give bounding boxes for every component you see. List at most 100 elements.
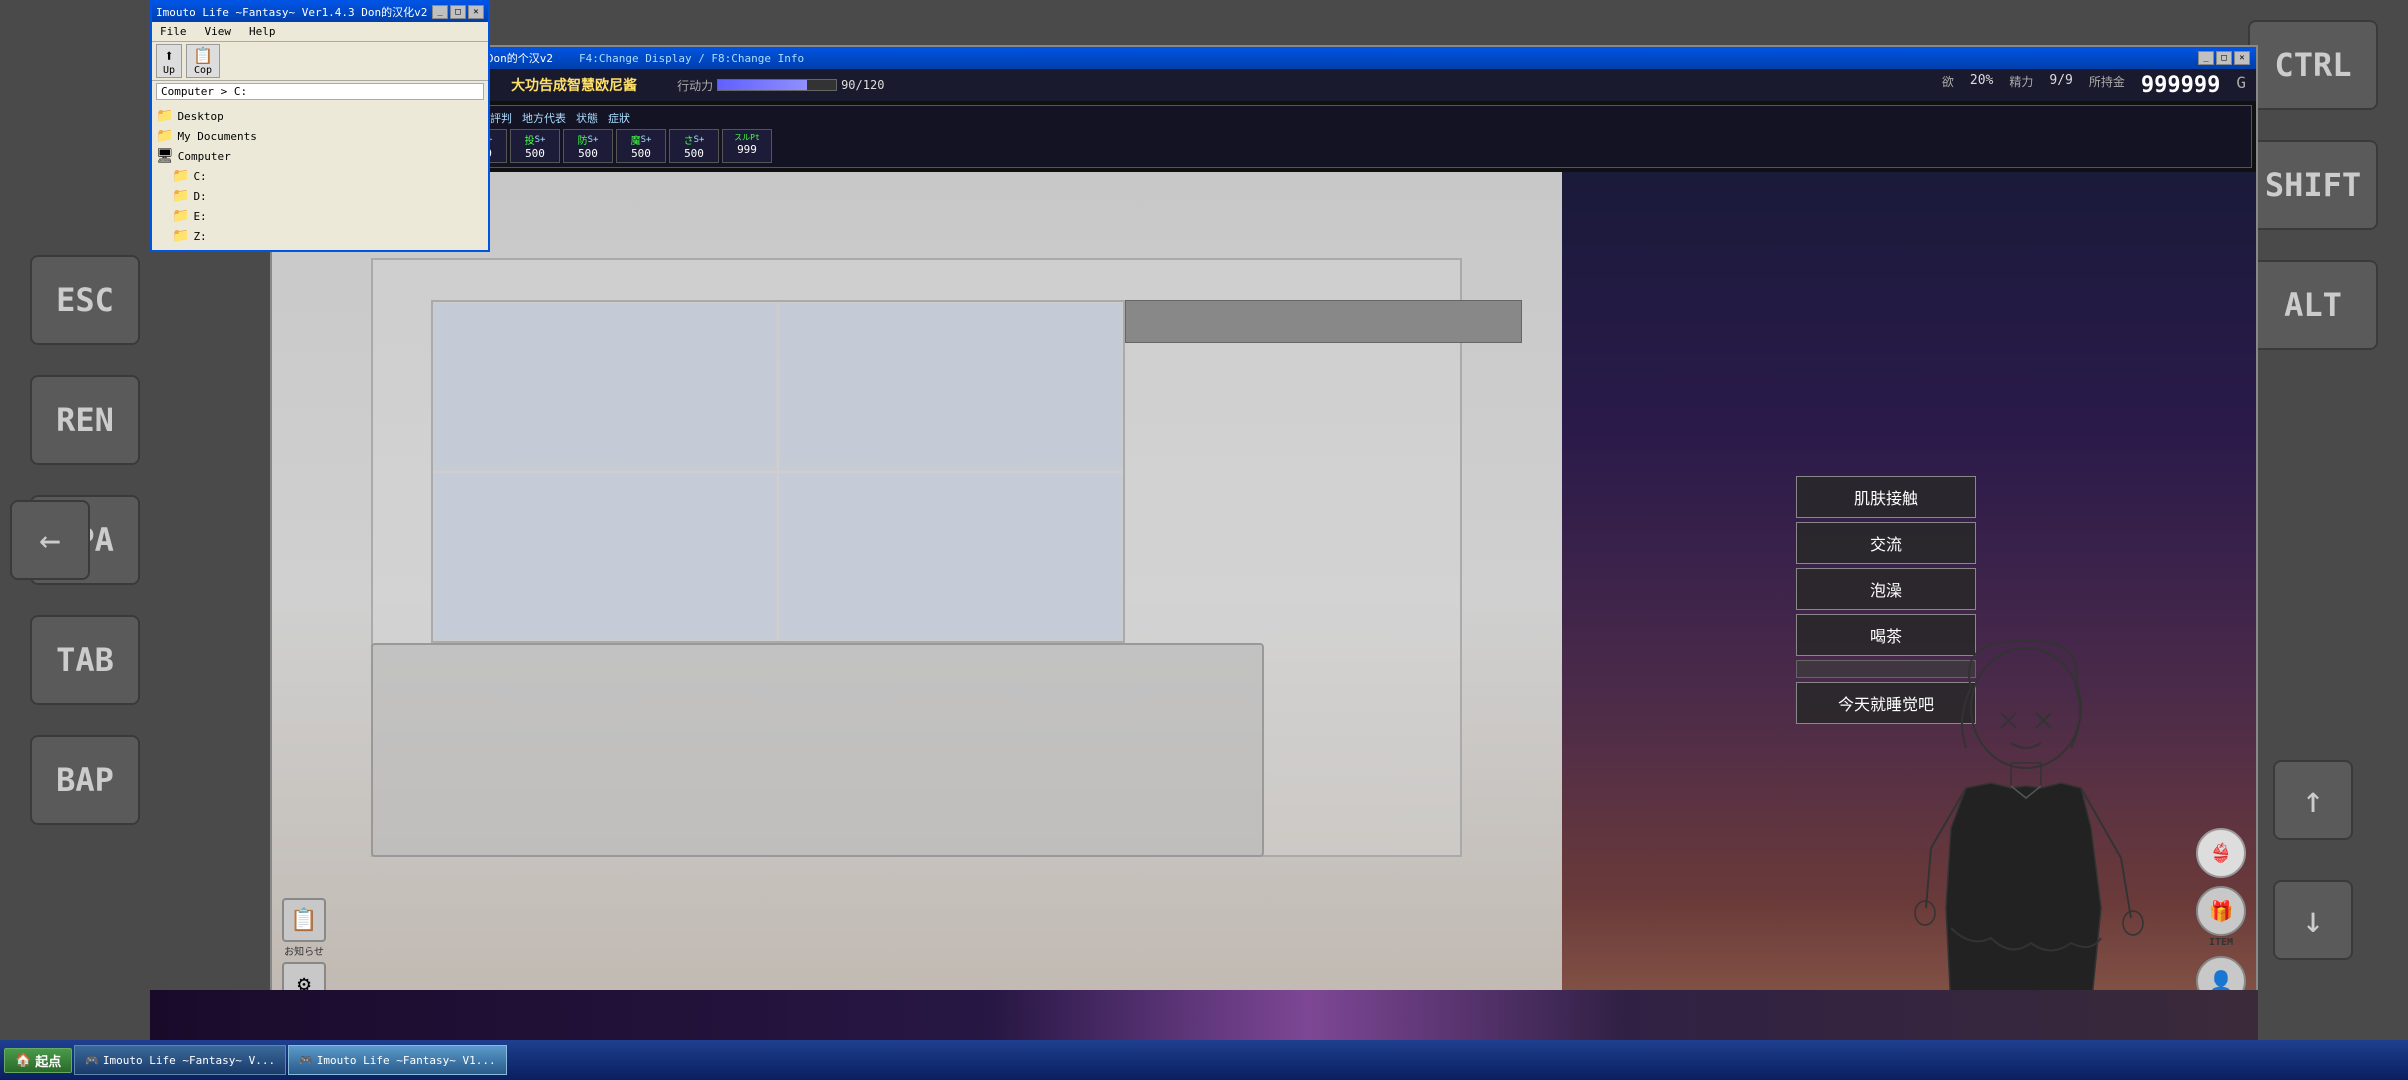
window-pane-2 [779, 302, 1123, 470]
tab-key[interactable]: TAB [30, 615, 140, 705]
tree-label: Computer [178, 150, 231, 163]
shift-key[interactable]: SHIFT [2248, 140, 2378, 230]
taskbar-icon-2: 🎮 [299, 1054, 313, 1067]
explorer-titlebar: Imouto Life ~Fantasy~ Ver1.4.3 Don的汉化v2 … [152, 2, 488, 22]
minimize-btn[interactable]: _ [432, 5, 448, 19]
action-label: 行动力 [677, 77, 713, 94]
game-close-btn[interactable]: ✕ [2234, 51, 2250, 65]
badge-top: 投S+ [525, 132, 546, 147]
room-window [431, 300, 1125, 642]
tree-item-z[interactable]: 📁 Z: [156, 226, 484, 246]
file-menu[interactable]: File [156, 24, 191, 39]
tree-item-mydocs[interactable]: 📁 My Documents [156, 126, 484, 146]
tree-label: E: [193, 210, 206, 223]
explorer-menubar: File View Help [152, 22, 488, 42]
explorer-window-controls: _ □ ✕ [432, 5, 484, 19]
info-panel: 方针 健康每一天 信赖 1323 機嫌 ♥LOVE 性興味 409 妹性欲 38 [272, 101, 2256, 172]
left-arrow-key[interactable]: ← [10, 500, 90, 580]
start-button[interactable]: 🏠 起点 [4, 1048, 72, 1073]
start-icon: 🏠 [15, 1053, 31, 1068]
stamina-value: 9/9 [2049, 73, 2072, 98]
taskbar-icon-1: 🎮 [85, 1054, 99, 1067]
start-label: 起点 [35, 1051, 61, 1070]
maximize-btn[interactable]: □ [450, 5, 466, 19]
notice-button[interactable]: 📋 お知らせ [282, 898, 326, 958]
explorer-toolbar: ⬆ Up 📋 Cop [152, 42, 488, 81]
copy-button[interactable]: 📋 Cop [186, 44, 220, 78]
action-progress-bar [717, 79, 837, 91]
action-progress-fill [718, 80, 807, 90]
game-content: 🔊 126天 19:00 ⏰ 大功告成智慧欧尼酱 行动力 90/120 欲 20… [272, 69, 2256, 1028]
down-arrow-key[interactable]: ↓ [2273, 880, 2353, 960]
tree-item-c[interactable]: 📁 C: [156, 166, 484, 186]
esc-key[interactable]: ESC [30, 255, 140, 345]
main-container: Imouto Life ~Fantasy~ Ver1.4.3 Don的汉化v2 … [150, 0, 2258, 1030]
guild-header: ギルド評判 地方代表 状態 症狀 [457, 110, 2247, 126]
tree-label: C: [193, 170, 206, 183]
badge-top: スルPt [734, 132, 760, 143]
taskbar-label-2: Imouto Life ~Fantasy~ V1... [317, 1054, 496, 1067]
underwear-indicator: 👙 [2196, 828, 2246, 878]
status-values: 欲 20% 精力 9/9 所持金 999999 G [1942, 73, 2246, 98]
badge-val: 999 [737, 143, 757, 156]
alt-key[interactable]: ALT [2248, 260, 2378, 350]
tree-label: My Documents [177, 130, 256, 143]
taskbar-item-1[interactable]: 🎮 Imouto Life ~Fantasy~ V... [74, 1045, 286, 1075]
game-maximize-btn[interactable]: □ [2216, 51, 2232, 65]
item-icon: 🎁 [2196, 886, 2246, 936]
bottom-decoration [150, 990, 2258, 1040]
money-unit: G [2236, 73, 2246, 98]
folder-icon: 📁 [172, 208, 189, 224]
close-btn[interactable]: ✕ [468, 5, 484, 19]
badge-val: 500 [525, 147, 545, 160]
explorer-window: Imouto Life ~Fantasy~ Ver1.4.3 Don的汉化v2 … [150, 0, 490, 252]
stat-badges: 攻S+ 500 投S+ 500 防S+ [457, 129, 2247, 163]
back-icon: ⬆ [164, 46, 174, 65]
copy-label: Cop [194, 65, 212, 76]
explorer-title: Imouto Life ~Fantasy~ Ver1.4.3 Don的汉化v2 [156, 4, 427, 20]
back-button[interactable]: ⬆ Up [156, 44, 182, 78]
taskbar-label-1: Imouto Life ~Fantasy~ V... [103, 1054, 275, 1067]
tree-item-computer[interactable]: 🖥 Computer [156, 146, 484, 166]
bed [371, 643, 1264, 857]
file-tree: 📁 Desktop 📁 My Documents 🖥 Computer 📁 C:… [152, 102, 488, 250]
window-pane-1 [433, 302, 777, 470]
ctrl-key[interactable]: CTRL [2248, 20, 2378, 110]
help-menu[interactable]: Help [245, 24, 280, 39]
address-bar[interactable]: Computer > C: [156, 83, 484, 100]
tree-item-desktop[interactable]: 📁 Desktop [156, 106, 484, 126]
copy-icon: 📋 [193, 46, 213, 65]
game-titlebar: 🎮 Imouto Life ~Fantasy~V1.4.3 Don的个汉v2 F… [272, 47, 2256, 69]
game-window: 🎮 Imouto Life ~Fantasy~V1.4.3 Don的个汉v2 F… [270, 45, 2258, 1030]
folder-icon: 📁 [172, 188, 189, 204]
tree-label: D: [193, 190, 206, 203]
view-menu[interactable]: View [201, 24, 236, 39]
stamina-label: 精力 [2009, 73, 2033, 98]
game-scene: 肌肤接触 交流 泡澡 喝茶 今天就睡觉吧 [272, 172, 2256, 1028]
item-label: ITEM [2209, 937, 2233, 948]
badge-val: 500 [631, 147, 651, 160]
stat-badge-cast: 投S+ 500 [510, 129, 560, 163]
tree-item-d[interactable]: 📁 D: [156, 186, 484, 206]
badge-top: 防S+ [578, 132, 599, 147]
money-value: 999999 [2141, 73, 2220, 98]
address-text: Computer > C: [161, 85, 247, 98]
character-area [1846, 172, 2196, 1028]
badge-val: 500 [684, 147, 704, 160]
folder-icon: 📁 [156, 128, 173, 144]
notice-icon: 📋 [282, 898, 326, 942]
folder-icon: 📁 [156, 108, 173, 124]
tree-label: Z: [193, 230, 206, 243]
ren-key[interactable]: REN [30, 375, 140, 465]
item-button[interactable]: 🎁 ITEM [2196, 886, 2246, 948]
up-arrow-key[interactable]: ↑ [2273, 760, 2353, 840]
window-pane-3 [433, 473, 777, 641]
bap-key[interactable]: BAP [30, 735, 140, 825]
shelf [1125, 300, 1522, 343]
taskbar: 🏠 起点 🎮 Imouto Life ~Fantasy~ V... 🎮 Imou… [0, 1040, 2408, 1080]
stat-badge-def: 防S+ 500 [563, 129, 613, 163]
game-minimize-btn[interactable]: _ [2198, 51, 2214, 65]
taskbar-item-2[interactable]: 🎮 Imouto Life ~Fantasy~ V1... [288, 1045, 507, 1075]
region-label: 地方代表 [522, 110, 566, 126]
tree-item-e[interactable]: 📁 E: [156, 206, 484, 226]
